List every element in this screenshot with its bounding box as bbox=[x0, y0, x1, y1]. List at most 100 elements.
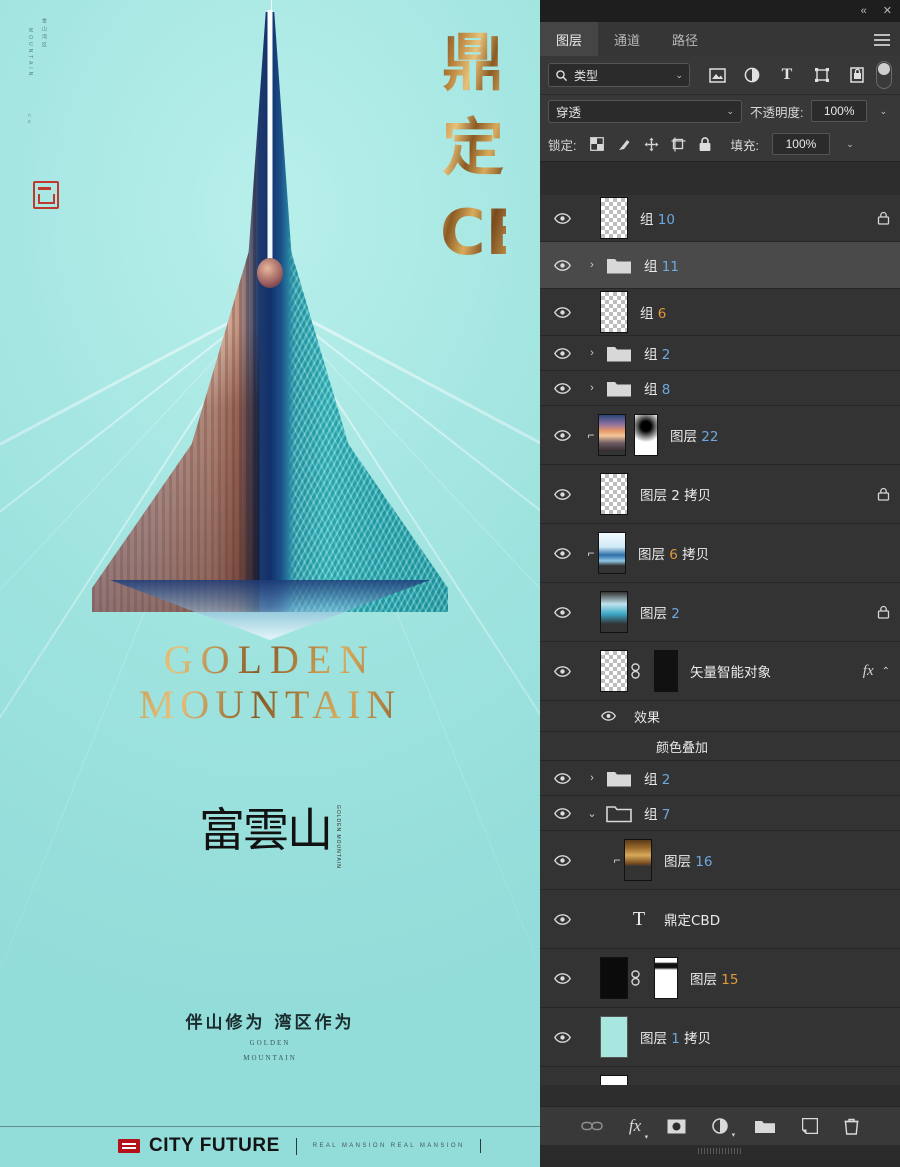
link-icon[interactable] bbox=[630, 970, 644, 986]
eye-icon[interactable] bbox=[540, 547, 584, 559]
smart-object-filter-icon[interactable] bbox=[848, 66, 866, 84]
pixel-layer-filter-icon[interactable] bbox=[708, 66, 726, 84]
chevron-right-icon[interactable]: › bbox=[584, 347, 600, 359]
opacity-input[interactable]: 100% bbox=[811, 100, 867, 122]
layer-row-layer-2-copy[interactable]: 图层 2 拷贝 bbox=[540, 465, 900, 524]
chevron-right-icon[interactable]: › bbox=[584, 259, 600, 271]
layer-effect-color-overlay[interactable]: 颜色叠加 bbox=[540, 732, 900, 761]
layer-row-layer-22[interactable]: ⌐ 图层 22 bbox=[540, 406, 900, 465]
chevron-up-icon[interactable]: ⌃ bbox=[882, 666, 890, 677]
close-panel-icon[interactable]: ✕ bbox=[883, 5, 892, 17]
layer-row-layer-16[interactable]: ⌐ 图层 16 bbox=[540, 831, 900, 890]
layer-row-text-dingding-cbd[interactable]: T 鼎定CBD bbox=[540, 890, 900, 949]
tab-paths[interactable]: 路径 bbox=[656, 22, 715, 56]
layer-thumbnail[interactable] bbox=[600, 197, 628, 239]
eye-icon[interactable] bbox=[540, 972, 584, 984]
add-layer-mask-icon[interactable] bbox=[667, 1119, 686, 1134]
eye-icon[interactable] bbox=[540, 347, 584, 359]
layer-row-background[interactable]: 背景 bbox=[540, 1067, 900, 1085]
delete-layer-icon[interactable] bbox=[844, 1118, 859, 1135]
layer-thumbnail[interactable] bbox=[600, 473, 628, 515]
eye-icon[interactable] bbox=[540, 913, 584, 925]
eye-icon[interactable] bbox=[540, 665, 584, 677]
eye-icon[interactable] bbox=[540, 854, 584, 866]
eye-icon[interactable] bbox=[540, 606, 584, 618]
layer-thumbnail[interactable] bbox=[598, 414, 626, 456]
poster-title: GOLDEN MOUNTAIN bbox=[0, 638, 540, 728]
lock-transparency-icon[interactable] bbox=[589, 136, 605, 152]
layer-thumbnail[interactable] bbox=[600, 1016, 628, 1058]
lock-badge-icon bbox=[877, 605, 890, 619]
eye-icon[interactable] bbox=[540, 429, 584, 441]
layer-row-group-10[interactable]: 组 10 bbox=[540, 195, 900, 242]
layer-row-group-8[interactable]: › 组 8 bbox=[540, 371, 900, 406]
layer-row-smart-object[interactable]: 矢量智能对象 fx ⌃ bbox=[540, 642, 900, 701]
document-canvas[interactable]: 金山湾区 MOUNTAIN CN 鼎定CBD GOLDEN MOUNTAIN 富… bbox=[0, 0, 540, 1167]
folder-icon bbox=[606, 343, 632, 363]
lock-row: 锁定: 填充: 100% ⌄ bbox=[540, 127, 900, 162]
lock-position-icon[interactable] bbox=[643, 136, 659, 152]
eye-icon[interactable] bbox=[540, 711, 624, 721]
layer-thumbnail[interactable] bbox=[600, 957, 628, 999]
chevron-right-icon[interactable]: › bbox=[584, 772, 600, 784]
layer-thumbnail[interactable] bbox=[600, 650, 628, 692]
layer-thumbnail[interactable] bbox=[624, 839, 652, 881]
tab-channels[interactable]: 通道 bbox=[598, 22, 657, 56]
layer-effects-header[interactable]: 效果 bbox=[540, 701, 900, 732]
new-adjustment-layer-icon[interactable]: ▾ bbox=[712, 1118, 735, 1139]
new-layer-icon[interactable] bbox=[802, 1118, 819, 1134]
layer-mask-thumbnail[interactable] bbox=[634, 414, 658, 456]
slogan-english-2: MOUNTAIN bbox=[243, 1054, 297, 1062]
new-group-icon[interactable] bbox=[754, 1118, 776, 1134]
layer-mask-thumbnail[interactable] bbox=[654, 650, 678, 692]
adjustment-layer-filter-icon[interactable] bbox=[743, 66, 761, 84]
layer-thumbnail[interactable] bbox=[600, 291, 628, 333]
tab-layers[interactable]: 图层 bbox=[540, 22, 599, 56]
fill-input[interactable]: 100% bbox=[771, 133, 830, 155]
link-icon[interactable] bbox=[630, 663, 644, 679]
lock-badge-icon bbox=[877, 487, 890, 501]
eye-icon[interactable] bbox=[540, 382, 584, 394]
opacity-chevron-icon[interactable]: ⌄ bbox=[875, 101, 892, 121]
link-layers-icon[interactable] bbox=[581, 1120, 603, 1132]
lock-all-icon[interactable] bbox=[697, 136, 713, 152]
lock-artboard-icon[interactable] bbox=[670, 136, 686, 152]
layer-list[interactable]: 组 10 › 组 11 组 6 › 组 2 › 组 8 ⌐ 图层 22 图层 2… bbox=[540, 195, 900, 1085]
layer-row-group-6[interactable]: 组 6 bbox=[540, 289, 900, 336]
layer-thumbnail[interactable] bbox=[598, 532, 626, 574]
type-layer-icon[interactable]: T bbox=[626, 908, 652, 931]
shape-layer-filter-icon[interactable] bbox=[813, 66, 831, 84]
layer-row-group-2a[interactable]: › 组 2 bbox=[540, 336, 900, 371]
filter-kind-select[interactable]: 类型 ⌄ bbox=[548, 63, 690, 87]
layer-row-group-11[interactable]: › 组 11 bbox=[540, 242, 900, 289]
layer-row-layer-1-copy[interactable]: 图层 1 拷贝 bbox=[540, 1008, 900, 1067]
chevron-down-icon[interactable]: ⌄ bbox=[584, 807, 600, 820]
fill-chevron-icon[interactable]: ⌄ bbox=[841, 134, 859, 154]
type-layer-filter-icon[interactable]: T bbox=[778, 66, 796, 84]
fx-badge-icon[interactable]: fx bbox=[863, 663, 874, 680]
layer-row-layer-15[interactable]: 图层 15 bbox=[540, 949, 900, 1008]
layer-row-layer-2[interactable]: 图层 2 bbox=[540, 583, 900, 642]
layer-row-group-2b[interactable]: › 组 2 bbox=[540, 761, 900, 796]
eye-icon[interactable] bbox=[540, 259, 584, 271]
eye-icon[interactable] bbox=[540, 306, 584, 318]
resize-grip[interactable] bbox=[698, 1148, 742, 1154]
chevron-right-icon[interactable]: › bbox=[584, 382, 600, 394]
layer-row-group-7[interactable]: ⌄ 组 7 bbox=[540, 796, 900, 831]
layer-thumbnail[interactable] bbox=[600, 591, 628, 633]
layer-style-fx-icon[interactable]: fx ▾ bbox=[629, 1116, 648, 1141]
lock-image-icon[interactable] bbox=[616, 136, 632, 152]
filter-enable-toggle[interactable] bbox=[876, 61, 892, 89]
eye-icon[interactable] bbox=[540, 488, 584, 500]
panel-menu-icon[interactable] bbox=[874, 34, 890, 49]
eye-icon[interactable] bbox=[540, 807, 584, 819]
blend-mode-select[interactable]: 穿透 ⌄ bbox=[548, 99, 742, 123]
collapse-panel-icon[interactable]: « bbox=[861, 5, 867, 17]
layer-thumbnail[interactable] bbox=[600, 1075, 628, 1085]
eye-icon[interactable] bbox=[540, 212, 584, 224]
eye-icon[interactable] bbox=[540, 1031, 584, 1043]
eye-icon[interactable] bbox=[540, 772, 584, 784]
layers-panel: « ✕ 图层 通道 路径 类型 ⌄ T 穿透 ⌄ 不透明度: 100% ⌄ 锁定… bbox=[540, 0, 900, 1167]
layer-mask-thumbnail[interactable] bbox=[654, 957, 678, 999]
layer-row-layer-6-copy[interactable]: ⌐ 图层 6 拷贝 bbox=[540, 524, 900, 583]
